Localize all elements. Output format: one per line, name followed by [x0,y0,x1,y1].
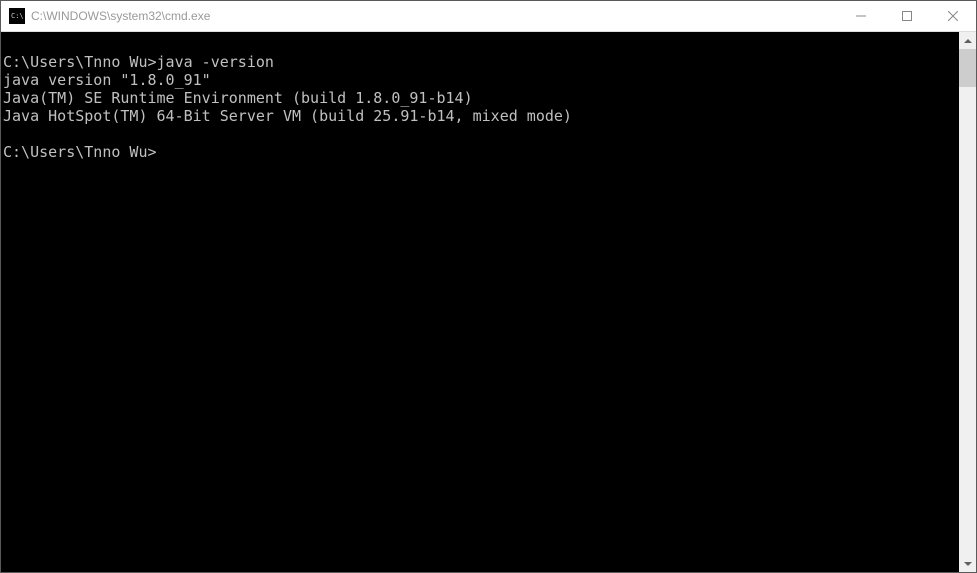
maximize-button[interactable] [884,1,930,31]
cmd-window: C:\ C:\WINDOWS\system32\cmd.exe C:\Users… [0,0,977,573]
window-title: C:\WINDOWS\system32\cmd.exe [31,9,838,23]
minimize-button[interactable] [838,1,884,31]
app-icon: C:\ [9,8,25,24]
scroll-down-button[interactable] [959,555,976,572]
minimize-icon [856,11,866,21]
console-line: C:\Users\Tnno Wu> [3,143,157,161]
console-line: Java HotSpot(TM) 64-Bit Server VM (build… [3,107,572,125]
vertical-scrollbar[interactable] [959,32,976,572]
app-icon-text: C:\ [11,13,24,20]
window-controls [838,1,976,31]
console-line: C:\Users\Tnno Wu>java -version [3,53,274,71]
console-output[interactable]: C:\Users\Tnno Wu>java -version java vers… [1,32,959,572]
console-line: java version "1.8.0_91" [3,71,211,89]
titlebar[interactable]: C:\ C:\WINDOWS\system32\cmd.exe [1,1,976,32]
chevron-down-icon [964,560,972,568]
console-line: Java(TM) SE Runtime Environment (build 1… [3,89,473,107]
close-icon [948,11,958,21]
scroll-up-button[interactable] [959,32,976,49]
console-area: C:\Users\Tnno Wu>java -version java vers… [1,32,976,572]
maximize-icon [902,11,912,21]
scrollbar-thumb[interactable] [959,49,976,87]
chevron-up-icon [964,37,972,45]
close-button[interactable] [930,1,976,31]
